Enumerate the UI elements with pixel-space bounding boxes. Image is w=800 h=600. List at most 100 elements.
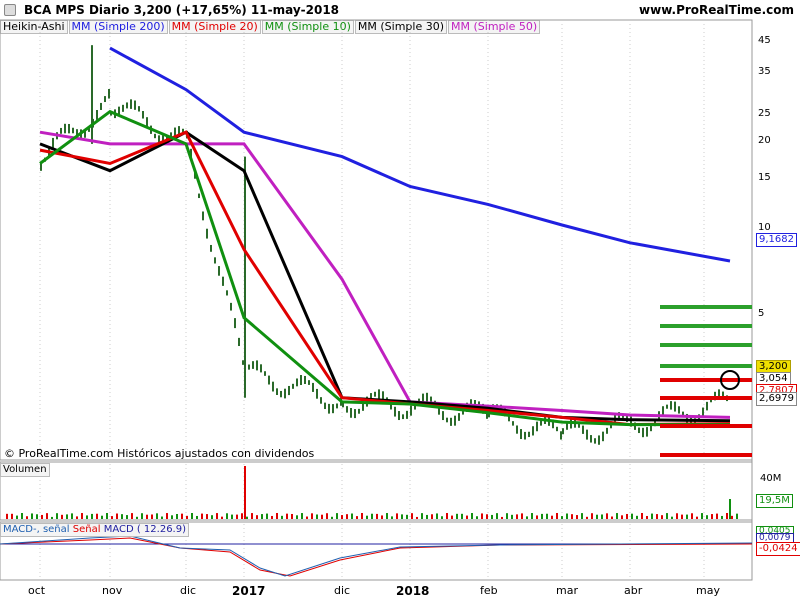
volume-bar-65	[331, 516, 333, 519]
candle-59	[272, 381, 274, 392]
level-line-1	[660, 324, 752, 328]
candle-62	[284, 388, 286, 399]
volume-bar-133	[671, 516, 673, 519]
volume-bar-55	[281, 515, 283, 519]
x-tick-may: may	[696, 584, 720, 597]
volume-panel-label[interactable]: Volumen	[0, 463, 50, 477]
candle-65	[296, 378, 298, 387]
candle-44	[214, 257, 216, 264]
candle-161	[674, 401, 676, 412]
volume-bar-126	[636, 515, 638, 519]
volume-bar-79	[401, 514, 403, 519]
volume-bar-92	[466, 515, 468, 519]
candle-63	[288, 385, 290, 396]
volume-bar-141	[711, 514, 713, 519]
volume-bar-113	[571, 514, 573, 519]
volume-bar-32	[166, 513, 168, 519]
volume-bar-53	[271, 515, 273, 519]
candle-123	[524, 431, 526, 440]
volume-bar-95	[481, 513, 483, 519]
candle-131	[556, 426, 558, 432]
candle-104	[450, 417, 452, 426]
volume-bar-10	[56, 513, 58, 519]
volume-bar-98	[496, 513, 498, 519]
volume-bar-134	[676, 513, 678, 519]
volume-bar-57	[291, 513, 293, 519]
volume-bar-25	[131, 513, 133, 519]
volume-bar-0	[6, 513, 8, 519]
candle-79	[350, 408, 352, 418]
candle-69	[312, 382, 314, 392]
candle-125	[532, 426, 534, 436]
candle-122	[520, 429, 522, 440]
volume-bar-89	[451, 515, 453, 519]
volume-bar-80	[406, 514, 408, 519]
volume-bar-20	[106, 513, 108, 519]
candle-102	[442, 411, 444, 421]
volume-bar-102	[516, 514, 518, 519]
candle-26	[142, 111, 144, 119]
volume-bar-132	[666, 513, 668, 519]
x-tick-oct: oct	[28, 584, 46, 597]
volume-bar-6	[36, 514, 38, 519]
candle-133	[562, 428, 564, 435]
volume-bar-90	[456, 513, 458, 519]
macd-value-box-3: -0,0424	[756, 542, 800, 556]
candle-93	[406, 410, 408, 419]
candle-82	[362, 402, 364, 411]
volume-bar-117	[591, 513, 593, 519]
volume-bar-81	[411, 513, 413, 519]
volume-bar-23	[121, 514, 123, 519]
volume-bar-14	[76, 516, 78, 519]
candle-80	[354, 409, 356, 419]
volume-bar-75	[381, 515, 383, 519]
x-tick-mar: mar	[556, 584, 578, 597]
volume-bar-76	[386, 513, 388, 519]
volume-bar-33	[171, 515, 173, 519]
volume-bar-3	[21, 513, 23, 519]
candle-21	[122, 104, 124, 112]
y-tick-25: 25	[758, 108, 771, 119]
macd-label-a: MACD-, señal	[3, 524, 70, 535]
candle-15	[100, 102, 102, 110]
volume-bar-22	[116, 513, 118, 519]
macd-line	[0, 535, 753, 577]
volume-bar-125	[631, 513, 633, 519]
volume-bar-145	[731, 515, 733, 519]
volume-bar-142	[716, 513, 718, 519]
candle-5	[60, 127, 62, 134]
volume-bar-136	[686, 514, 688, 519]
candle-41	[202, 211, 204, 221]
volume-bar-42	[216, 513, 218, 519]
volume-bar-127	[641, 513, 643, 519]
volume-bar-43	[221, 516, 223, 519]
y-tick-15: 15	[758, 172, 771, 183]
volume-bar-135	[681, 514, 683, 519]
candle-140	[590, 435, 592, 443]
volume-bar-54	[276, 513, 278, 519]
volume-bar-2	[16, 515, 18, 519]
volume-bar-143	[721, 515, 723, 519]
volume-bar-21	[111, 516, 113, 519]
candle-48	[230, 302, 232, 311]
volume-bar-64	[326, 513, 328, 519]
candle-17	[108, 88, 110, 99]
volume-bar-91	[461, 513, 463, 519]
volume-bar-12	[66, 514, 68, 519]
volume-bar-100	[506, 513, 508, 519]
candle-29	[154, 133, 156, 139]
series-line-sma10	[39, 109, 730, 427]
candle-16	[104, 96, 106, 103]
candle-94	[410, 405, 412, 416]
volume-bar-51	[261, 514, 263, 519]
volume-bar-39	[201, 513, 203, 519]
candle-121	[516, 425, 518, 434]
volume-bar-77	[391, 516, 393, 519]
volume-bar-8	[46, 513, 48, 519]
volume-bar-84	[426, 514, 428, 519]
volume-bar-66	[336, 513, 338, 519]
candle-86	[378, 389, 380, 399]
volume-bar-48	[246, 516, 248, 519]
macd-panel-label[interactable]: MACD-, señal Señal MACD ( 12.26.9)	[0, 523, 189, 537]
volume-bar-119	[601, 514, 603, 519]
